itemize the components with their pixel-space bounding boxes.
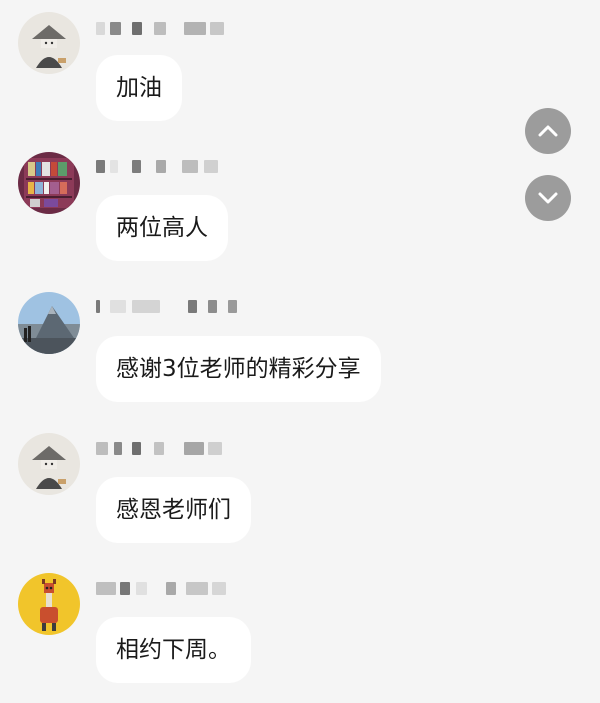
mountain-landscape-avatar[interactable] [18,292,80,354]
straw-hat-figure-avatar[interactable] [18,433,80,495]
message-bubble: 相约下周。 [96,617,251,683]
scroll-down-button[interactable] [525,175,571,221]
straw-hat-figure-avatar[interactable] [18,12,80,74]
message-text: 相约下周。 [116,637,231,663]
chat-message-list[interactable]: 加油 两位高人 感谢3位老师的精彩分享 感恩老师们 相约下周。 [0,0,600,703]
sender-name-blurred [96,578,246,600]
chevron-up-icon [538,125,558,137]
giraffe-avatar[interactable] [18,573,80,635]
sender-name-blurred [96,156,246,178]
sender-name-blurred [96,438,246,460]
sender-name-blurred [96,18,246,40]
message-text: 感恩老师们 [116,497,231,523]
message-text: 感谢3位老师的精彩分享 [116,356,361,382]
message-text: 两位高人 [116,215,208,241]
message-bubble: 感恩老师们 [96,477,251,543]
sender-name-blurred [96,296,246,318]
chevron-down-icon [538,192,558,204]
bookshelf-avatar[interactable] [18,152,80,214]
message-bubble: 加油 [96,55,182,121]
scroll-up-button[interactable] [525,108,571,154]
message-bubble: 两位高人 [96,195,228,261]
message-text: 加油 [116,75,162,101]
message-bubble: 感谢3位老师的精彩分享 [96,336,381,402]
